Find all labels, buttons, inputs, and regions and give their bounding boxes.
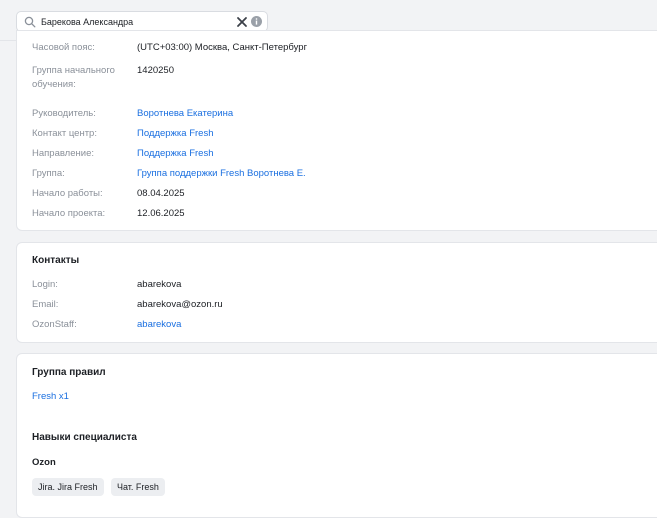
timezone-label: Часовой пояс: (32, 42, 95, 53)
login-label: Login: (32, 279, 58, 290)
work-start-label: Начало работы: (32, 188, 103, 199)
rules-card: Группа правил Fresh x1 Навыки специалист… (16, 353, 657, 518)
timezone-value: (UTC+03:00) Москва, Санкт-Петербург (137, 42, 308, 53)
contacts-card: Контакты Login: abarekova Email: abareko… (16, 242, 657, 343)
direction-label: Направление: (32, 148, 94, 159)
close-icon[interactable] (236, 16, 248, 28)
search-icon (24, 16, 36, 28)
info-icon[interactable] (251, 16, 262, 27)
email-value: abarekova@ozon.ru (137, 299, 223, 310)
search-input[interactable] (41, 14, 221, 29)
rule-group-link[interactable]: Fresh x1 (32, 390, 69, 404)
email-label: Email: (32, 299, 59, 310)
skill-chip-jira: Jira. Jira Fresh (32, 478, 104, 496)
rule-group-title: Группа правил (32, 367, 106, 378)
manager-label: Руководитель: (32, 108, 96, 119)
project-start-value: 12.06.2025 (137, 208, 185, 219)
work-start-value: 08.04.2025 (137, 188, 185, 199)
search-box[interactable] (16, 11, 268, 32)
contact-center-label: Контакт центр: (32, 128, 97, 139)
skills-title: Навыки специалиста (32, 432, 137, 443)
ozonstaff-link[interactable]: abarekova (137, 318, 181, 332)
project-start-label: Начало проекта: (32, 208, 106, 219)
group-link[interactable]: Группа поддержки Fresh Воротнева Е. (137, 167, 306, 181)
contact-center-link[interactable]: Поддержка Fresh (137, 127, 213, 141)
training-group-value: 1420250 (137, 65, 174, 76)
skills-group-title: Ozon (32, 457, 56, 468)
group-label: Группа: (32, 168, 65, 179)
ozonstaff-label: OzonStaff: (32, 319, 77, 330)
profile-details-card: Часовой пояс: (UTC+03:00) Москва, Санкт-… (16, 30, 657, 231)
manager-link[interactable]: Воротнева Екатерина (137, 107, 233, 121)
training-group-label: Группа начального обучения: (32, 65, 115, 90)
contacts-title: Контакты (32, 255, 80, 266)
login-value: abarekova (137, 279, 182, 290)
direction-link[interactable]: Поддержка Fresh (137, 147, 213, 161)
skill-chip-chat: Чат. Fresh (111, 478, 165, 496)
